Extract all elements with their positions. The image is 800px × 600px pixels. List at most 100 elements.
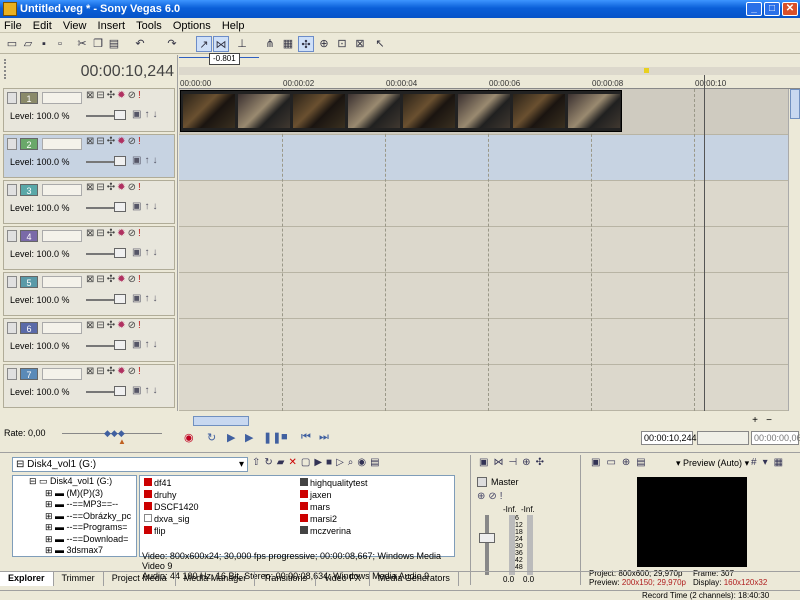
timeline-area[interactable]: -0.801 00:00:00 00:00:02 00:00:04 00:00:… bbox=[179, 53, 800, 411]
gear-icon[interactable]: ✹ bbox=[117, 90, 127, 101]
close-button[interactable]: ✕ bbox=[782, 2, 798, 16]
compositing-mode-icon[interactable]: ⊟ bbox=[96, 320, 106, 331]
video-output-fx-icon[interactable]: ▣ bbox=[591, 457, 606, 468]
selection-end-field[interactable]: 00:00:00,067 bbox=[751, 431, 800, 445]
adjust-size-icon[interactable]: ▤ bbox=[636, 457, 651, 468]
level-slider-knob[interactable] bbox=[114, 156, 126, 166]
menu-view[interactable]: View bbox=[59, 18, 91, 32]
track-fx-icon[interactable]: ✣ bbox=[107, 136, 117, 147]
tab-transitions[interactable]: Transitions bbox=[255, 572, 316, 586]
track-header[interactable]: 6 ⊠⊟✣✹⊘! Level: 100.0 % ▣↑↓ bbox=[3, 318, 175, 362]
compositing-mode-icon[interactable]: ⊟ bbox=[96, 182, 106, 193]
compositing-mode-icon[interactable]: ⊟ bbox=[96, 366, 106, 377]
tab-explorer[interactable]: Explorer bbox=[0, 572, 54, 586]
scroll-thumb[interactable] bbox=[790, 89, 800, 119]
file-list[interactable]: df41 druhy DSCF1420 dxva_sig flip highqu… bbox=[139, 475, 455, 557]
file-item[interactable]: druhy bbox=[144, 490, 294, 502]
make-compositing-child-icon[interactable]: ↓ bbox=[152, 155, 160, 166]
file-item[interactable]: flip bbox=[144, 526, 294, 538]
loop-playback-icon[interactable]: ↻ bbox=[207, 431, 216, 444]
timeline-lane-6[interactable] bbox=[179, 319, 788, 365]
tab-media-generators[interactable]: Media Generators bbox=[370, 572, 459, 586]
make-compositing-child-icon[interactable]: ↓ bbox=[152, 109, 160, 120]
undo-icon[interactable]: ↶ bbox=[132, 36, 148, 52]
video-event-clip[interactable] bbox=[180, 90, 622, 132]
auto-crossfade-icon[interactable]: ⋔ bbox=[262, 36, 278, 52]
file-item[interactable]: DSCF1420 bbox=[144, 502, 294, 514]
track-header[interactable]: 4 ⊠⊟✣✹⊘! Level: 100.0 % ▣↑↓ bbox=[3, 226, 175, 270]
menu-tools[interactable]: Tools bbox=[132, 18, 166, 32]
compositing-mode-icon[interactable]: ⊟ bbox=[96, 136, 106, 147]
cut-icon[interactable]: ✂ bbox=[74, 36, 90, 52]
enable-snapping-icon[interactable]: ⊥ bbox=[234, 36, 250, 52]
explorer-path-dropdown[interactable]: ⊟ Disk4_vol1 (G:) ▾ bbox=[12, 457, 248, 472]
search-icon[interactable]: ⌕ bbox=[348, 457, 358, 468]
level-slider-knob[interactable] bbox=[114, 386, 126, 396]
master-fader-track[interactable] bbox=[485, 515, 489, 575]
tab-trimmer[interactable]: Trimmer bbox=[54, 572, 104, 586]
play-from-start-icon[interactable]: ▶ bbox=[227, 431, 235, 444]
track-minimize-icon[interactable] bbox=[7, 276, 17, 288]
insert-bus-icon[interactable]: ⊕ bbox=[522, 457, 535, 468]
envelope-tool-icon[interactable]: ⋈ bbox=[213, 36, 229, 52]
go-to-start-icon[interactable]: ⏮ bbox=[301, 431, 311, 444]
track-name-field[interactable] bbox=[42, 322, 82, 334]
composite-parent-icon[interactable]: ▣ bbox=[132, 385, 144, 396]
overlays-icon[interactable]: # bbox=[751, 457, 763, 468]
tree-item[interactable]: ⊞ ▬ --==MP3==-- bbox=[13, 499, 136, 511]
tab-project-media[interactable]: Project Media bbox=[104, 572, 176, 586]
solo-icon[interactable]: ! bbox=[138, 90, 143, 101]
track-minimize-icon[interactable] bbox=[7, 322, 17, 334]
up-folder-icon[interactable]: ⇧ bbox=[252, 457, 264, 468]
timeline-lane-3[interactable] bbox=[179, 181, 788, 227]
solo-icon[interactable]: ! bbox=[138, 274, 143, 285]
save-icon[interactable]: ▪ bbox=[36, 36, 52, 52]
copy-icon[interactable]: ❐ bbox=[90, 36, 106, 52]
make-compositing-child-icon[interactable]: ↓ bbox=[152, 385, 160, 396]
normal-edit-tool-icon[interactable]: ↗ bbox=[196, 36, 212, 52]
lock-envelopes-icon[interactable]: ✣ bbox=[298, 36, 314, 52]
menu-edit[interactable]: Edit bbox=[29, 18, 56, 32]
master-fader-knob[interactable] bbox=[479, 533, 495, 543]
mute-icon[interactable]: ⊘ bbox=[128, 136, 138, 147]
timeline-lane-7[interactable] bbox=[179, 365, 788, 411]
track-header[interactable]: 1 ⊠⊟✣✹⊘! Level: 100.0 % ▣↑↓ bbox=[3, 88, 175, 132]
track-fx-icon[interactable]: ✣ bbox=[107, 274, 117, 285]
delete-icon[interactable]: ✕ bbox=[288, 457, 300, 468]
track-name-field[interactable] bbox=[42, 276, 82, 288]
track-fx-icon[interactable]: ✣ bbox=[107, 320, 117, 331]
track-fx-icon[interactable]: ✣ bbox=[107, 90, 117, 101]
selection-start-field[interactable] bbox=[697, 431, 749, 445]
playback-cursor[interactable] bbox=[704, 75, 705, 411]
timeline-lane-4[interactable] bbox=[179, 227, 788, 273]
track-fx-icon[interactable]: ✣ bbox=[107, 366, 117, 377]
track-header[interactable]: 3 ⊠⊟✣✹⊘! Level: 100.0 % ▣↑↓ bbox=[3, 180, 175, 224]
track-name-field[interactable] bbox=[42, 138, 82, 150]
tab-media-manager[interactable]: Media Manager bbox=[176, 572, 256, 586]
composite-parent-icon[interactable]: ▣ bbox=[132, 339, 144, 350]
mixer-properties-icon[interactable]: ▣ bbox=[479, 457, 493, 468]
new-icon[interactable]: ▭ bbox=[4, 36, 20, 52]
file-item[interactable]: dxva_sig bbox=[144, 514, 294, 526]
menu-help[interactable]: Help bbox=[218, 18, 249, 32]
make-compositing-child-icon[interactable]: ↓ bbox=[152, 201, 160, 212]
track-name-field[interactable] bbox=[42, 184, 82, 196]
marker-flag-icon[interactable] bbox=[644, 68, 649, 73]
solo-icon[interactable]: ! bbox=[138, 136, 143, 147]
split-icon[interactable]: ⊠ bbox=[352, 36, 368, 52]
composite-parent-icon[interactable]: ▣ bbox=[132, 247, 144, 258]
track-minimize-icon[interactable] bbox=[7, 92, 17, 104]
mute-icon[interactable]: ⊘ bbox=[128, 182, 138, 193]
track-header[interactable]: 2 ⊠⊟✣✹⊘! Level: 100.0 % ▣↑↓ bbox=[3, 134, 175, 178]
maximize-button[interactable]: □ bbox=[764, 2, 780, 16]
gear-icon[interactable]: ✹ bbox=[117, 320, 127, 331]
track-fx-icon[interactable]: ✣ bbox=[107, 182, 117, 193]
level-slider-knob[interactable] bbox=[114, 110, 126, 120]
mute-icon[interactable]: ⊘ bbox=[128, 366, 138, 377]
new-folder-icon[interactable]: ▰ bbox=[277, 457, 289, 468]
track-name-field[interactable] bbox=[42, 368, 82, 380]
timeline-lane-5[interactable] bbox=[179, 273, 788, 319]
solo-icon[interactable]: ! bbox=[500, 491, 506, 502]
views-icon[interactable]: ▤ bbox=[370, 457, 383, 468]
dim-output-icon[interactable]: ⊣ bbox=[508, 457, 522, 468]
